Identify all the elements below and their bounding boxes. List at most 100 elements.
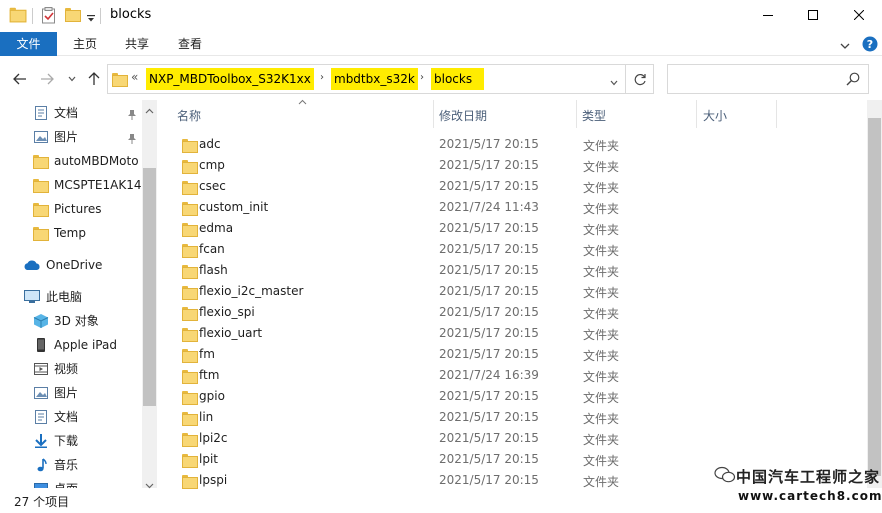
file-row[interactable]: fcan 2021/5/17 20:15 文件夹 [157, 239, 867, 260]
nav-item-3d-objects[interactable]: 3D 对象 [0, 310, 142, 332]
nav-item-temp[interactable]: Temp [0, 222, 142, 244]
file-type: 文件夹 [583, 265, 620, 279]
file-date: 2021/5/17 20:15 [439, 242, 539, 256]
watermark-title: 中国汽车工程师之家 [736, 468, 881, 486]
column-header-size[interactable]: 大小 [703, 107, 727, 124]
file-type: 文件夹 [583, 349, 620, 363]
forward-button[interactable] [38, 70, 56, 88]
nav-item-autombdmoto[interactable]: autoMBDMoto [0, 150, 142, 172]
file-date: 2021/5/17 20:15 [439, 305, 539, 319]
breadcrumb-item[interactable]: mbdtbx_s32k [331, 68, 418, 90]
new-folder-icon[interactable] [65, 8, 81, 22]
divider [32, 8, 33, 24]
nav-item-apple-ipad[interactable]: Apple iPad [0, 334, 142, 356]
nav-item-pictures[interactable]: 图片 [0, 382, 142, 404]
folder-icon [182, 181, 198, 195]
nav-scrollbar-thumb[interactable] [143, 168, 156, 406]
file-row[interactable]: flexio_uart 2021/5/17 20:15 文件夹 [157, 323, 867, 344]
file-name: lin [199, 410, 214, 424]
pictures-icon [33, 385, 49, 401]
chevron-right-icon[interactable]: › [320, 72, 324, 83]
nav-item-onedrive[interactable]: OneDrive [0, 254, 142, 276]
properties-icon[interactable] [41, 7, 57, 27]
column-header-name[interactable]: 名称 [177, 107, 201, 124]
pin-icon[interactable] [127, 106, 137, 124]
customize-dropdown-icon[interactable] [87, 12, 95, 26]
downloads-icon [33, 433, 49, 449]
expand-ribbon-icon[interactable] [840, 39, 850, 53]
folder-icon [33, 179, 49, 195]
column-divider[interactable] [776, 100, 777, 128]
nav-item-documents[interactable]: 文档 [0, 406, 142, 428]
nav-item-downloads[interactable]: 下载 [0, 430, 142, 452]
column-header-type[interactable]: 类型 [582, 107, 606, 124]
this-pc-icon [23, 289, 40, 305]
file-date: 2021/7/24 16:39 [439, 368, 539, 382]
chevron-right-icon[interactable]: › [420, 72, 424, 83]
breadcrumb-item[interactable]: blocks [431, 68, 485, 90]
search-icon[interactable] [846, 72, 860, 89]
maximize-button[interactable] [790, 0, 836, 30]
file-row[interactable]: ftm 2021/7/24 16:39 文件夹 [157, 365, 867, 386]
file-date: 2021/7/24 11:43 [439, 200, 539, 214]
minimize-button[interactable] [745, 0, 791, 30]
folder-icon [182, 370, 198, 384]
music-icon [33, 457, 49, 473]
breadcrumb-item[interactable]: NXP_MBDToolbox_S32K1xx [146, 68, 314, 90]
file-type: 文件夹 [583, 412, 620, 426]
file-type: 文件夹 [583, 370, 620, 384]
refresh-button[interactable] [625, 64, 654, 94]
file-date: 2021/5/17 20:15 [439, 179, 539, 193]
list-scrollbar-thumb[interactable] [868, 118, 881, 476]
nav-item-mcspte1ak14[interactable]: MCSPTE1AK14 [0, 174, 142, 196]
file-row[interactable]: csec 2021/5/17 20:15 文件夹 [157, 176, 867, 197]
file-row[interactable]: lin 2021/5/17 20:15 文件夹 [157, 407, 867, 428]
file-row[interactable]: gpio 2021/5/17 20:15 文件夹 [157, 386, 867, 407]
file-row[interactable]: flash 2021/5/17 20:15 文件夹 [157, 260, 867, 281]
folder-icon [182, 202, 198, 216]
nav-item-this-pc[interactable]: 此电脑 [0, 286, 142, 308]
file-type: 文件夹 [583, 433, 620, 447]
file-row[interactable]: custom_init 2021/7/24 11:43 文件夹 [157, 197, 867, 218]
file-row[interactable]: flexio_spi 2021/5/17 20:15 文件夹 [157, 302, 867, 323]
close-button[interactable] [836, 0, 882, 30]
column-header-date[interactable]: 修改日期 [439, 107, 487, 124]
up-button[interactable] [85, 70, 103, 88]
file-row[interactable]: flexio_i2c_master 2021/5/17 20:15 文件夹 [157, 281, 867, 302]
tab-share[interactable]: 共享 [122, 32, 152, 56]
pin-icon[interactable] [127, 130, 137, 148]
nav-item-documents-pinned[interactable]: 文档 [0, 102, 142, 124]
file-name: cmp [199, 158, 225, 172]
file-row[interactable]: cmp 2021/5/17 20:15 文件夹 [157, 155, 867, 176]
file-row[interactable]: edma 2021/5/17 20:15 文件夹 [157, 218, 867, 239]
tab-home[interactable]: 主页 [70, 32, 100, 56]
file-date: 2021/5/17 20:15 [439, 263, 539, 277]
file-type: 文件夹 [583, 286, 620, 300]
nav-item-pictures-pinned[interactable]: 图片 [0, 126, 142, 148]
address-dropdown-icon[interactable] [610, 75, 618, 89]
tab-view[interactable]: 查看 [175, 32, 205, 56]
file-row[interactable]: lpi2c 2021/5/17 20:15 文件夹 [157, 428, 867, 449]
breadcrumb-overflow[interactable]: « [131, 70, 138, 84]
window-title: blocks [110, 7, 152, 22]
file-date: 2021/5/17 20:15 [439, 452, 539, 466]
title-bar: blocks [0, 0, 882, 32]
file-row[interactable]: adc 2021/5/17 20:15 文件夹 [157, 134, 867, 155]
recent-locations-icon[interactable] [63, 70, 81, 88]
watermark-url: www.cartech8.com [738, 489, 882, 503]
file-row[interactable]: fm 2021/5/17 20:15 文件夹 [157, 344, 867, 365]
nav-item-desktop[interactable]: 桌面 [0, 478, 142, 488]
column-divider[interactable] [696, 100, 697, 128]
nav-item-videos[interactable]: 视频 [0, 358, 142, 380]
column-divider[interactable] [433, 100, 434, 128]
nav-item-pictures-folder[interactable]: Pictures [0, 198, 142, 220]
search-input[interactable] [667, 64, 869, 94]
file-type: 文件夹 [583, 244, 620, 258]
scroll-up-icon[interactable] [145, 103, 154, 117]
tab-file[interactable]: 文件 [0, 32, 57, 56]
back-button[interactable] [11, 70, 29, 88]
onedrive-icon [23, 257, 40, 273]
column-divider[interactable] [576, 100, 577, 128]
nav-item-music[interactable]: 音乐 [0, 454, 142, 476]
help-icon[interactable]: ? [862, 36, 878, 55]
